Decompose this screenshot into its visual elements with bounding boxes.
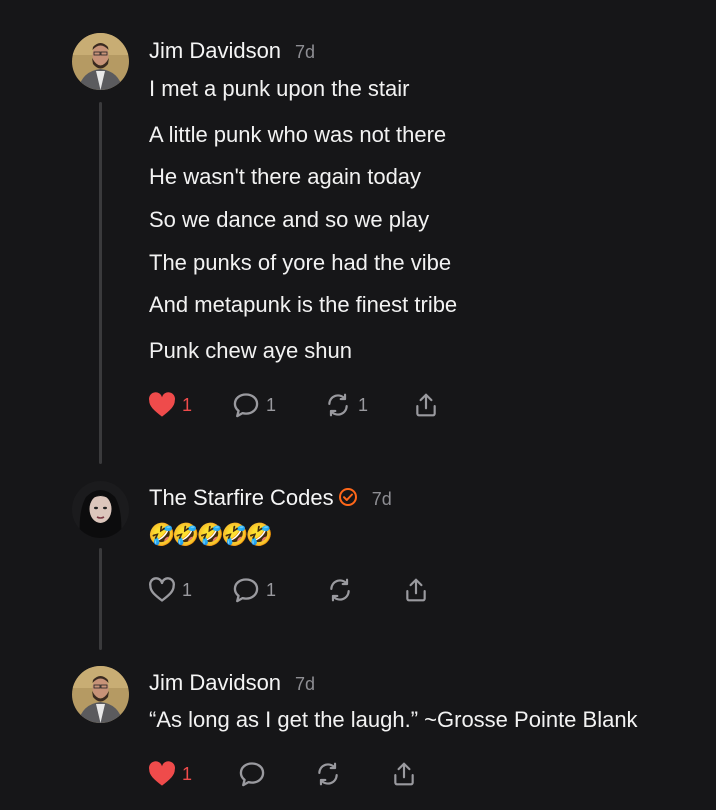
comment-text-line: I met a punk upon the stair	[149, 76, 410, 101]
author-name[interactable]: Jim Davidson	[149, 670, 281, 696]
comment-text-line: Punk chew aye shun	[149, 338, 353, 363]
restack-icon	[314, 761, 342, 787]
comment-icon	[232, 577, 260, 603]
verified-badge-icon	[338, 487, 358, 507]
reply-count: 1	[266, 394, 277, 415]
like-button[interactable]: 1	[148, 577, 192, 603]
reply-button[interactable]: 1	[232, 577, 276, 603]
restack-button[interactable]: 1	[324, 392, 368, 418]
share-icon	[390, 761, 418, 787]
comment-text: 🤣🤣🤣🤣🤣	[148, 522, 273, 547]
like-button[interactable]: 1	[148, 392, 192, 418]
share-icon	[412, 392, 440, 418]
timestamp[interactable]: 7d	[372, 489, 392, 510]
timestamp[interactable]: 7d	[295, 42, 315, 63]
comment-text-line: A little punk who was not there	[149, 122, 447, 147]
thread-line	[99, 102, 102, 464]
comment-text-line: He wasn't there again today	[149, 164, 422, 189]
comment-header: The Starfire Codes 7d	[149, 485, 392, 511]
like-count: 1	[182, 763, 193, 784]
restack-count: 1	[358, 394, 369, 415]
comment-header: Jim Davidson 7d	[149, 670, 315, 696]
timestamp[interactable]: 7d	[295, 674, 315, 695]
heart-icon	[148, 577, 176, 603]
share-button[interactable]	[390, 761, 418, 787]
like-button[interactable]: 1	[148, 761, 192, 787]
author-name[interactable]: Jim Davidson	[149, 38, 281, 64]
comment-text-line: So we dance and so we play	[149, 207, 430, 232]
restack-icon	[324, 392, 352, 418]
author-name-text: The Starfire Codes	[149, 485, 334, 510]
heart-icon	[148, 761, 176, 787]
avatar[interactable]	[72, 481, 129, 538]
restack-button[interactable]	[326, 577, 354, 603]
comment-text: “As long as I get the laugh.” ~Grosse Po…	[149, 707, 638, 732]
comment-header: Jim Davidson 7d	[149, 38, 315, 64]
reply-button[interactable]	[238, 761, 266, 787]
thread-line	[99, 548, 102, 650]
heart-icon	[148, 392, 176, 418]
restack-icon	[326, 577, 354, 603]
reply-count: 1	[266, 579, 277, 600]
avatar[interactable]	[72, 666, 129, 723]
restack-button[interactable]	[314, 761, 342, 787]
comment-text-line: The punks of yore had the vibe	[149, 250, 452, 275]
comment-icon	[238, 761, 266, 787]
share-button[interactable]	[402, 577, 430, 603]
author-name[interactable]: The Starfire Codes	[149, 485, 358, 511]
reply-button[interactable]: 1	[232, 392, 276, 418]
like-count: 1	[182, 579, 193, 600]
avatar[interactable]	[72, 33, 129, 90]
share-icon	[402, 577, 430, 603]
comment-icon	[232, 392, 260, 418]
like-count: 1	[182, 394, 193, 415]
comment-text-line: And metapunk is the finest tribe	[149, 292, 458, 317]
share-button[interactable]	[412, 392, 440, 418]
